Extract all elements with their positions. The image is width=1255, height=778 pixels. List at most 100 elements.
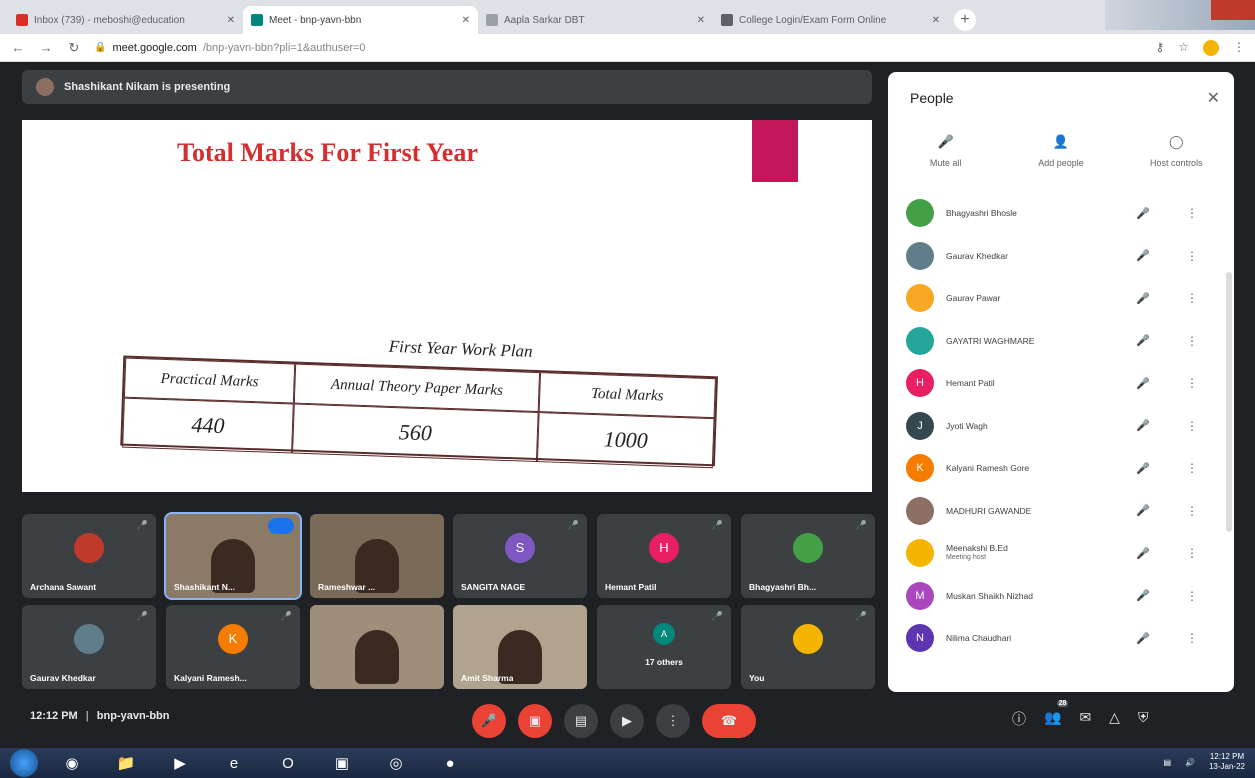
profile-avatar[interactable] xyxy=(1203,39,1219,56)
more-vert-icon[interactable]: ⋮ xyxy=(1186,504,1198,518)
header-practical: Practical Marks xyxy=(123,357,296,404)
mic-off-icon[interactable]: 🎤 xyxy=(1136,589,1150,602)
add-people-button[interactable]: 👤 Add people xyxy=(1011,134,1111,168)
app-icon[interactable]: ▣ xyxy=(322,750,362,776)
forward-icon[interactable]: → xyxy=(38,40,54,55)
leave-call-button[interactable]: ☎ xyxy=(702,704,756,738)
taskbar-app-icon[interactable]: ◉ xyxy=(52,750,92,776)
participant-row[interactable]: N Nilima Chaudhari 🎤 ⋮ xyxy=(888,617,1226,660)
mic-off-icon[interactable]: 🎤 xyxy=(1136,292,1150,305)
participant-tile[interactable]: A 🎤 17 others xyxy=(597,605,731,689)
mic-off-icon[interactable]: 🎤 xyxy=(1136,419,1150,432)
participant-tile[interactable]: H 🎤 Hemant Patil xyxy=(597,514,731,598)
shield-icon[interactable]: ⛨ xyxy=(1138,709,1149,729)
clock[interactable]: 12:12 PM 13-Jan-22 xyxy=(1209,752,1245,772)
star-icon[interactable]: ☆ xyxy=(1178,40,1189,56)
participant-tile[interactable]: Rameshwar ... xyxy=(310,514,444,598)
tab-close-icon[interactable]: ✕ xyxy=(462,15,470,26)
address-bar[interactable]: 🔒 meet.google.com/bnp-yavn-bbn?pli=1&aut… xyxy=(94,37,1143,59)
participant-row[interactable]: K Kalyani Ramesh Gore 🎤 ⋮ xyxy=(888,447,1226,490)
mic-off-icon[interactable]: 🎤 xyxy=(1136,249,1150,262)
mic-off-icon[interactable]: 🎤 xyxy=(1136,504,1150,517)
more-vert-icon[interactable]: ⋮ xyxy=(1186,631,1198,645)
browser-tab[interactable]: Inbox (739) - meboshi@education ✕ xyxy=(8,6,243,34)
participant-name: You xyxy=(749,673,765,683)
participant-list: Bhagyashri Bhosle 🎤 ⋮ Gaurav Khedkar 🎤 ⋮… xyxy=(888,192,1226,660)
menu-icon[interactable]: ⋮ xyxy=(1233,40,1245,56)
clock-date: 13-Jan-22 xyxy=(1208,762,1245,771)
more-vert-icon[interactable]: ⋮ xyxy=(1186,546,1198,560)
more-options-button[interactable]: ⋮ xyxy=(656,704,690,738)
participant-tile[interactable]: K 🎤 Kalyani Ramesh... xyxy=(166,605,300,689)
participant-row[interactable]: H Hemant Patil 🎤 ⋮ xyxy=(888,362,1226,405)
more-vert-icon[interactable]: ⋮ xyxy=(1186,589,1198,603)
mic-off-icon[interactable]: 🎤 xyxy=(1136,632,1150,645)
reload-icon[interactable]: ↻ xyxy=(66,40,82,56)
participant-tile[interactable]: Amit Sharma xyxy=(453,605,587,689)
media-icon[interactable]: ▶ xyxy=(160,750,200,776)
more-vert-icon[interactable]: ⋮ xyxy=(1186,376,1198,390)
participant-tile[interactable]: 🎤 Bhagyashri Bh... xyxy=(741,514,875,598)
more-vert-icon[interactable]: ⋮ xyxy=(1186,249,1198,263)
mic-off-icon[interactable]: 🎤 xyxy=(1136,334,1150,347)
participant-tile[interactable]: S 🎤 SANGITA NAGE xyxy=(453,514,587,598)
participant-tile[interactable]: 🎤 Archana Sawant xyxy=(22,514,156,598)
start-button[interactable] xyxy=(10,749,38,777)
more-vert-icon[interactable]: ⋮ xyxy=(1186,419,1198,433)
present-button[interactable]: ▶ xyxy=(610,704,644,738)
host-controls-button[interactable]: ◯ Host controls xyxy=(1126,134,1226,168)
mic-off-icon[interactable]: 🎤 xyxy=(1136,547,1150,560)
browser-tab[interactable]: Meet - bnp-yavn-bbn ✕ xyxy=(243,6,478,34)
back-icon[interactable]: ← xyxy=(10,40,26,55)
add-person-icon: 👤 xyxy=(1052,134,1070,149)
participant-row[interactable]: J Jyoti Wagh 🎤 ⋮ xyxy=(888,405,1226,448)
firefox-icon[interactable]: ● xyxy=(430,750,470,776)
participant-tile[interactable] xyxy=(310,605,444,689)
camera-off-button[interactable]: ▣ xyxy=(518,704,552,738)
mic-off-icon[interactable]: 🎤 xyxy=(1136,207,1150,220)
network-icon[interactable]: ▤ xyxy=(1163,758,1171,767)
chat-icon[interactable]: ✉ xyxy=(1079,709,1091,729)
participant-row[interactable]: GAYATRI WAGHMARE 🎤 ⋮ xyxy=(888,320,1226,363)
participant-row[interactable]: Meenakshi B.Ed Meeting host 🎤 ⋮ xyxy=(888,532,1226,575)
captions-button[interactable]: ▤ xyxy=(564,704,598,738)
people-icon[interactable]: 👥 28 xyxy=(1044,700,1069,729)
participant-tile[interactable]: 🎤 You xyxy=(741,605,875,689)
tab-close-icon[interactable]: ✕ xyxy=(227,15,235,26)
more-vert-icon[interactable]: ⋮ xyxy=(1186,206,1198,220)
participant-row[interactable]: MADHURI GAWANDE 🎤 ⋮ xyxy=(888,490,1226,533)
browser-tab[interactable]: Aapla Sarkar DBT ✕ xyxy=(478,6,713,34)
mic-off-button[interactable]: 🎤 xyxy=(472,704,506,738)
speaking-indicator xyxy=(268,518,294,534)
more-vert-icon[interactable]: ⋮ xyxy=(1186,461,1198,475)
more-vert-icon[interactable]: ⋮ xyxy=(1186,291,1198,305)
browser-toolbar: ← → ↻ 🔒 meet.google.com/bnp-yavn-bbn?pli… xyxy=(0,34,1255,62)
participant-tile[interactable]: 🎤 Gaurav Khedkar xyxy=(22,605,156,689)
chrome-icon[interactable]: ◎ xyxy=(376,750,416,776)
participant-name-text: Gaurav Pawar xyxy=(946,293,1001,304)
browser-tab[interactable]: College Login/Exam Form Online ✕ xyxy=(713,6,948,34)
window-close-button[interactable] xyxy=(1211,0,1255,20)
panel-scrollbar[interactable] xyxy=(1226,272,1232,532)
info-icon[interactable]: ⓘ xyxy=(1012,709,1026,729)
new-tab-button[interactable]: + xyxy=(954,9,976,31)
close-icon[interactable]: ✕ xyxy=(1207,88,1220,108)
participant-tile[interactable]: Shashikant N... xyxy=(164,512,302,600)
participant-name-text: Kalyani Ramesh Gore xyxy=(946,463,1030,474)
activities-icon[interactable]: △ xyxy=(1109,709,1120,729)
mute-all-button[interactable]: 🎤 Mute all xyxy=(896,134,996,168)
participant-row[interactable]: Gaurav Pawar 🎤 ⋮ xyxy=(888,277,1226,320)
mic-off-icon[interactable]: 🎤 xyxy=(1136,377,1150,390)
participant-row[interactable]: Bhagyashri Bhosle 🎤 ⋮ xyxy=(888,192,1226,235)
volume-icon[interactable]: 🔊 xyxy=(1185,758,1195,767)
tab-close-icon[interactable]: ✕ xyxy=(697,15,705,26)
more-vert-icon[interactable]: ⋮ xyxy=(1186,334,1198,348)
explorer-icon[interactable]: 📁 xyxy=(106,750,146,776)
participant-row[interactable]: Gaurav Khedkar 🎤 ⋮ xyxy=(888,235,1226,278)
opera-icon[interactable]: O xyxy=(268,750,308,776)
ie-icon[interactable]: e xyxy=(214,750,254,776)
mic-off-icon[interactable]: 🎤 xyxy=(1136,462,1150,475)
tab-close-icon[interactable]: ✕ xyxy=(932,15,940,26)
key-icon[interactable]: ⚷ xyxy=(1155,40,1164,56)
participant-row[interactable]: M Muskan Shaikh Nizhad 🎤 ⋮ xyxy=(888,575,1226,618)
